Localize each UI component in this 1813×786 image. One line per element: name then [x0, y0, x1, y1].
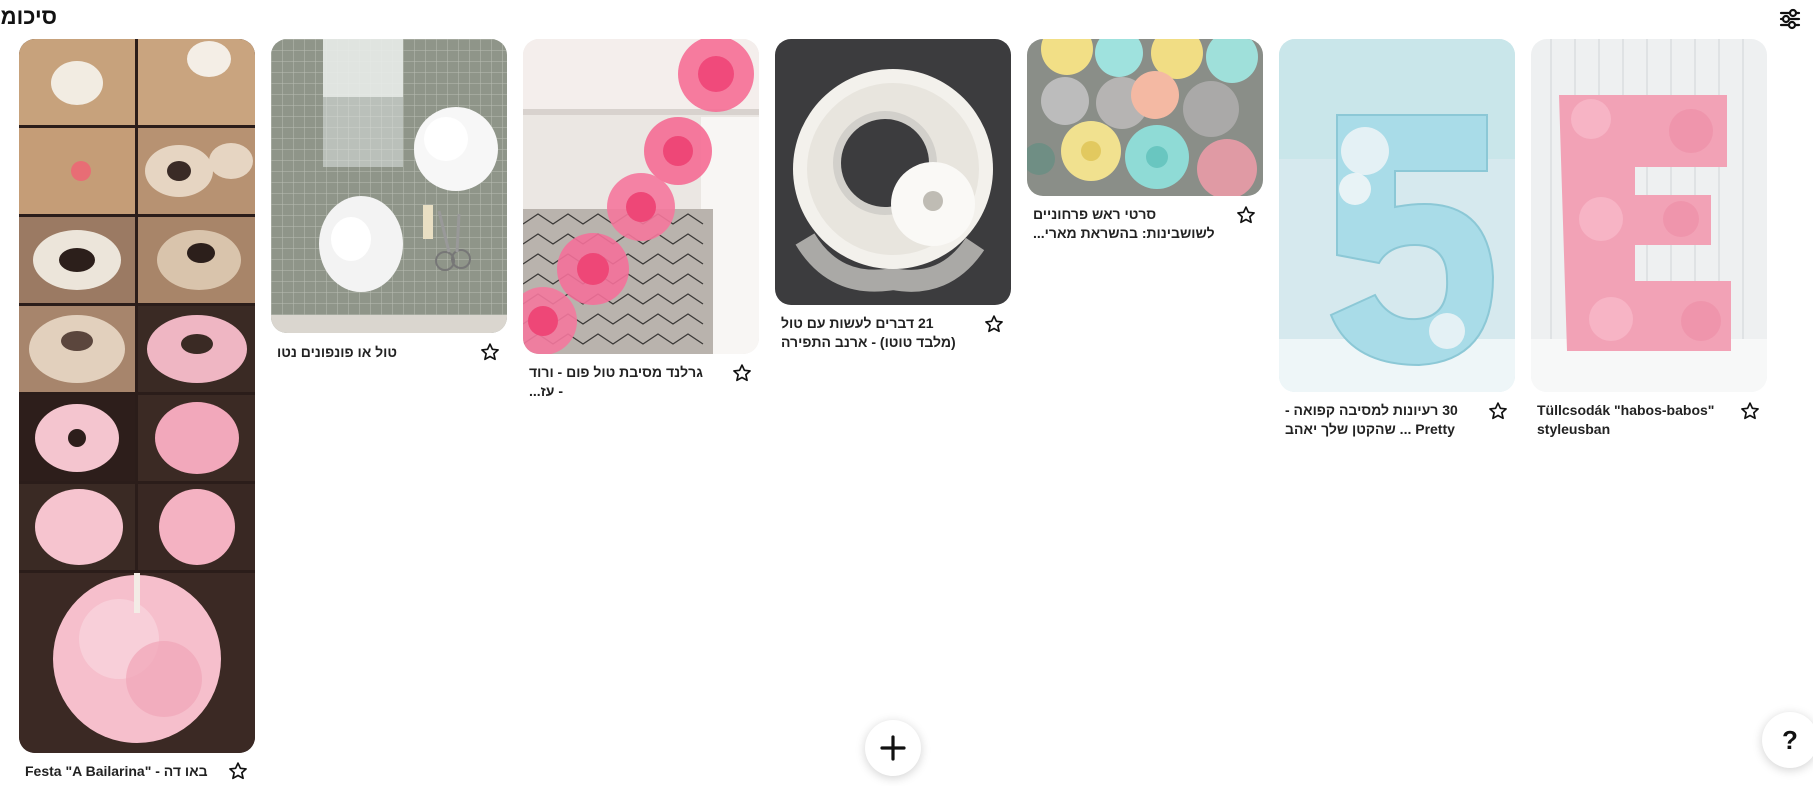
pin-card[interactable]: 21 דברים לעשות עם טול (מלבד טוטו) - ארנב… [775, 39, 1011, 359]
star-icon [1741, 402, 1759, 420]
add-button[interactable] [865, 720, 921, 776]
pin-image[interactable] [1531, 39, 1767, 392]
pin-caption[interactable]: Tüllcsodák "habos-babos" styleusban [1537, 401, 1722, 439]
star-button[interactable] [1487, 400, 1509, 422]
pin-image[interactable] [523, 39, 759, 354]
help-button[interactable]: ? [1762, 712, 1813, 768]
pin-caption[interactable]: באו דה - "Festa "A Bailarina [25, 762, 221, 781]
pin-caption[interactable]: סרטי ראש פרחוניים לשושבינות: בהשראת מארי… [1033, 205, 1218, 243]
star-button[interactable] [479, 341, 501, 363]
filter-button[interactable] [1775, 4, 1805, 34]
star-icon [229, 762, 247, 780]
star-button[interactable] [1739, 400, 1761, 422]
star-button[interactable] [1235, 204, 1257, 226]
pin-caption[interactable]: 21 דברים לעשות עם טול (מלבד טוטו) - ארנב… [781, 314, 966, 352]
pin-caption[interactable]: 30 רעיונות למסיבה קפואה - Pretty ... שהק… [1285, 401, 1475, 439]
pin-image[interactable] [271, 39, 507, 333]
page-title: סיכומי [0, 4, 57, 29]
star-icon [481, 343, 499, 361]
pin-card[interactable]: טול או פונפונים נטו [271, 39, 507, 369]
pin-card[interactable]: Tüllcsodák "habos-babos" styleusban [1531, 39, 1767, 449]
star-icon [985, 315, 1003, 333]
pin-card[interactable]: סרטי ראש פרחוניים לשושבינות: בהשראת מארי… [1027, 39, 1263, 249]
question-mark-icon: ? [1782, 724, 1798, 755]
pin-caption[interactable]: טול או פונפונים נטו [277, 343, 473, 362]
pin-caption[interactable]: גרלנד מסיבת טול פום - ורוד - עז... [529, 363, 709, 401]
pin-image[interactable] [1027, 39, 1263, 196]
star-button[interactable] [227, 760, 249, 782]
star-button[interactable] [731, 362, 753, 384]
pin-card[interactable]: 30 רעיונות למסיבה קפואה - Pretty ... שהק… [1279, 39, 1515, 449]
star-button[interactable] [983, 313, 1005, 335]
pin-card[interactable]: גרלנד מסיבת טול פום - ורוד - עז... [523, 39, 759, 409]
pin-image[interactable] [19, 39, 255, 753]
pin-image[interactable] [775, 39, 1011, 305]
pin-card[interactable]: באו דה - "Festa "A Bailarina [19, 39, 255, 784]
star-icon [1237, 206, 1255, 224]
star-icon [1489, 402, 1507, 420]
pin-image[interactable] [1279, 39, 1515, 392]
plus-icon [880, 735, 906, 761]
sliders-icon [1779, 8, 1801, 30]
star-icon [733, 364, 751, 382]
